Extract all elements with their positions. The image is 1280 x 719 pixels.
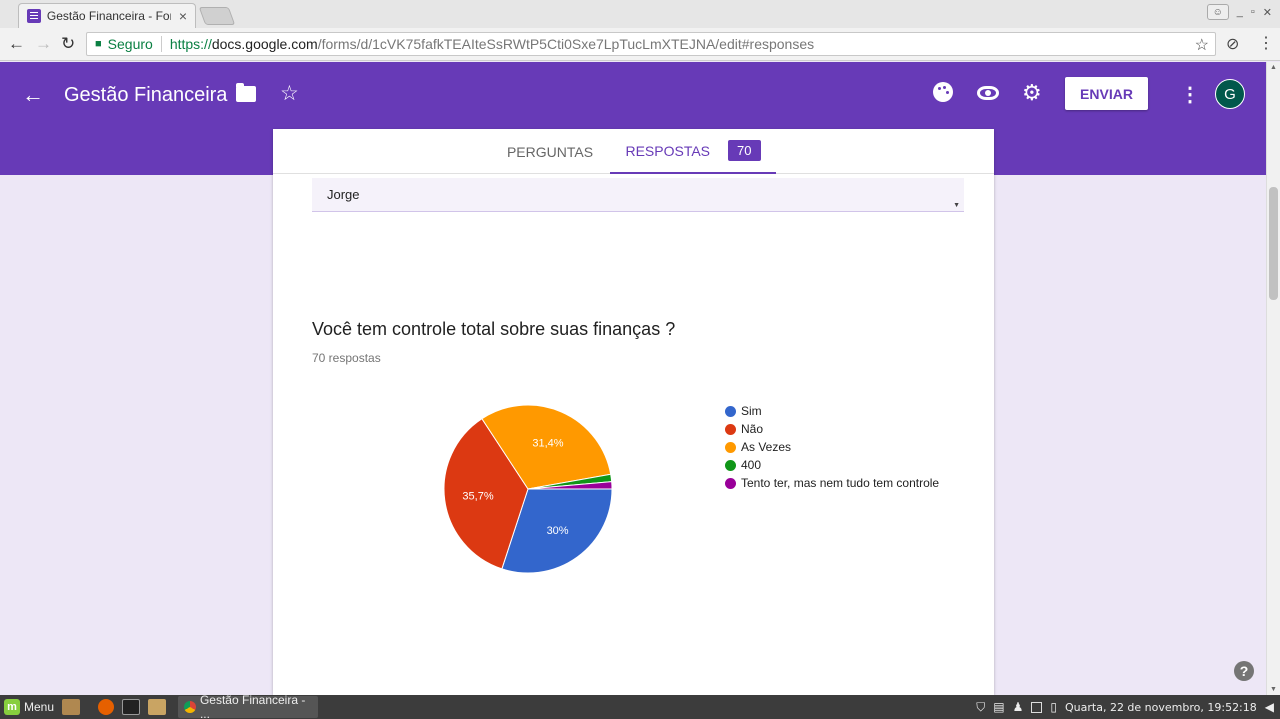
star-icon[interactable]: ☆ bbox=[280, 81, 299, 106]
legend-label: Sim bbox=[741, 404, 762, 418]
file-manager-launcher-icon[interactable] bbox=[62, 699, 81, 715]
browser-toolbar: ← → ↻ ■ Seguro https:// docs.google.com … bbox=[0, 28, 1280, 61]
pie-slice-label-0: 30% bbox=[547, 525, 569, 537]
start-menu-label: Menu bbox=[24, 700, 55, 714]
browser-tab[interactable]: Gestão Financeira - For × bbox=[18, 3, 196, 28]
pie-slice-label-2: 31,4% bbox=[532, 438, 563, 450]
volume-icon[interactable]: ◀ bbox=[1265, 700, 1274, 714]
maximize-icon[interactable]: ▫ bbox=[1251, 6, 1255, 18]
browser-menu-icon[interactable]: ⋮ bbox=[1258, 33, 1274, 53]
scroll-up-icon[interactable]: ▲ bbox=[1270, 64, 1277, 71]
close-window-icon[interactable]: ✕ bbox=[1263, 6, 1272, 19]
forms-favicon-icon bbox=[27, 9, 41, 23]
gear-icon[interactable]: ⚙ bbox=[1022, 80, 1042, 106]
avatar[interactable]: G bbox=[1215, 79, 1245, 109]
taskbar-window-label: Gestão Financeira - ... bbox=[199, 693, 306, 719]
back-arrow-icon[interactable]: ← bbox=[22, 82, 44, 108]
bookmark-star-icon[interactable]: ☆ bbox=[1195, 35, 1209, 55]
send-button[interactable]: ENVIAR bbox=[1065, 77, 1148, 110]
shield-icon[interactable]: ⛉ bbox=[976, 700, 985, 715]
preview-eye-icon[interactable] bbox=[977, 86, 999, 100]
legend-swatch bbox=[725, 405, 736, 417]
browser-tabstrip: Gestão Financeira - For × ☺ _ ▫ ✕ bbox=[0, 0, 1280, 28]
terminal-launcher-icon[interactable] bbox=[122, 699, 141, 715]
os-taskbar: m Menu Gestão Financeira - ... ⛉ ▤ ♟ ▯ Q… bbox=[0, 693, 1280, 719]
tab-responses[interactable]: RESPOSTAS 70 bbox=[610, 129, 776, 174]
page-scrollbar[interactable]: ▲ ▼ bbox=[1266, 62, 1280, 695]
reload-icon[interactable]: ↻ bbox=[61, 34, 75, 54]
scroll-thumb[interactable] bbox=[1269, 187, 1278, 300]
firefox-launcher-icon[interactable] bbox=[98, 699, 115, 715]
more-options-icon[interactable]: ⋮ bbox=[1180, 82, 1200, 107]
start-menu-button[interactable]: m Menu bbox=[4, 699, 54, 715]
legend-swatch bbox=[725, 423, 736, 435]
chrome-icon bbox=[184, 701, 196, 713]
window-controls: ☺ _ ▫ ✕ bbox=[1206, 4, 1272, 20]
system-tray: ⛉ ▤ ♟ ▯ Quarta, 22 de novembro, 19:52:18… bbox=[976, 695, 1274, 719]
secure-label: Seguro bbox=[108, 36, 162, 52]
form-title: Gestão Financeira bbox=[64, 84, 228, 106]
window-icon[interactable] bbox=[1031, 701, 1043, 713]
back-icon[interactable]: ← bbox=[8, 34, 25, 54]
scroll-down-icon[interactable]: ▼ bbox=[1270, 686, 1277, 693]
user-icon[interactable]: ♟ bbox=[1013, 700, 1024, 714]
new-tab-button[interactable] bbox=[198, 7, 236, 25]
tab-questions[interactable]: PERGUNTAS bbox=[491, 129, 609, 174]
extension-icon[interactable]: ⊘ bbox=[1226, 34, 1239, 54]
folder-launcher-icon[interactable] bbox=[148, 699, 167, 715]
response-count: 70 respostas bbox=[312, 351, 381, 365]
lock-icon: ■ bbox=[95, 38, 102, 50]
close-icon[interactable]: × bbox=[179, 8, 187, 24]
responses-count-badge: 70 bbox=[728, 140, 761, 161]
legend-label: 400 bbox=[741, 458, 762, 472]
legend-item: Tento ter, mas nem tudo tem controle bbox=[725, 474, 939, 492]
mint-logo-icon: m bbox=[4, 699, 20, 715]
taskbar-window-chrome[interactable]: Gestão Financeira - ... bbox=[178, 693, 319, 719]
forward-icon[interactable]: → bbox=[35, 34, 52, 54]
palette-icon[interactable] bbox=[933, 82, 953, 102]
legend-item: 400 bbox=[725, 456, 939, 474]
clock: Quarta, 22 de novembro, 19:52:18 bbox=[1065, 700, 1257, 714]
legend-item: Sim bbox=[725, 402, 939, 420]
folder-icon[interactable] bbox=[236, 83, 256, 102]
chevron-down-icon[interactable]: ▼ bbox=[953, 202, 960, 209]
dropdown-value: Jorge bbox=[327, 187, 360, 202]
tab-questions-label: PERGUNTAS bbox=[506, 143, 594, 160]
url-domain: docs.google.com bbox=[211, 36, 318, 52]
pie-chart: 30% 35,7% 31,4% bbox=[438, 399, 618, 579]
legend-swatch bbox=[725, 477, 736, 489]
pie-slice-label-1: 35,7% bbox=[462, 491, 493, 503]
clipboard-icon[interactable]: ▯ bbox=[1050, 700, 1057, 714]
form-tabs: PERGUNTAS RESPOSTAS 70 bbox=[273, 129, 994, 174]
legend-label: As Vezes bbox=[741, 440, 792, 454]
responses-card: PERGUNTAS RESPOSTAS 70 Jorge ▼ Você tem … bbox=[273, 129, 994, 695]
legend-item: Não bbox=[725, 420, 939, 438]
flag-icon[interactable]: ▤ bbox=[993, 700, 1004, 714]
help-icon[interactable]: ? bbox=[1234, 661, 1254, 681]
legend-item: As Vezes bbox=[725, 438, 939, 456]
minimize-icon[interactable]: _ bbox=[1237, 6, 1243, 18]
response-list-dropdown[interactable]: Jorge ▼ bbox=[312, 178, 964, 212]
legend-label: Tento ter, mas nem tudo tem controle bbox=[741, 476, 940, 490]
url-scheme: https:// bbox=[169, 36, 212, 52]
tab-title: Gestão Financeira - For bbox=[46, 9, 171, 23]
chart-legend: Sim Não As Vezes 400 Tento ter, mas nem tudo… bbox=[725, 402, 939, 492]
legend-label: Não bbox=[741, 422, 764, 436]
user-profile-icon[interactable]: ☺ bbox=[1206, 4, 1229, 20]
address-bar[interactable]: ■ Seguro https:// docs.google.com /forms… bbox=[86, 32, 1216, 56]
tab-responses-label: RESPOSTAS bbox=[625, 142, 711, 159]
url-path: /forms/d/1cVK75fafkTEAIteSsRWtP5Cti0Sxe7… bbox=[317, 36, 815, 52]
legend-swatch bbox=[725, 441, 736, 453]
legend-swatch bbox=[725, 459, 736, 471]
question-title: Você tem controle total sobre suas finan… bbox=[312, 319, 676, 339]
